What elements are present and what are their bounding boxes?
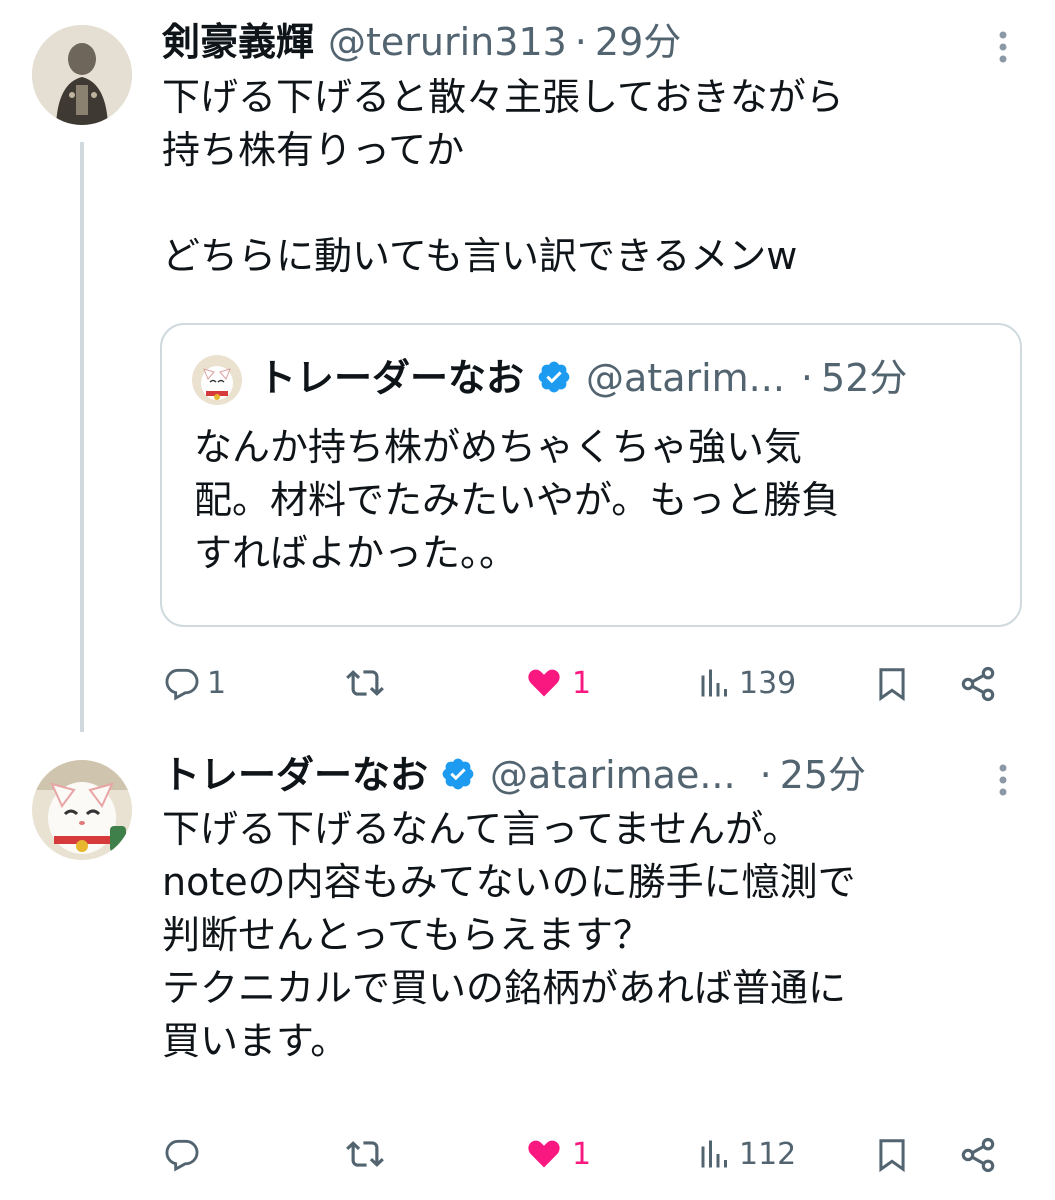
separator-dot: ·: [759, 753, 772, 797]
avatar-nao[interactable]: [32, 760, 132, 860]
views-button[interactable]: 112: [697, 1135, 796, 1173]
retweet-button[interactable]: [343, 664, 393, 702]
reply-button[interactable]: [163, 1135, 207, 1173]
share-button[interactable]: [958, 664, 998, 704]
quote-author-handle: @atarim...: [586, 356, 785, 400]
tweet2-author-handle[interactable]: @atarimae...: [490, 752, 736, 798]
quoted-tweet-card[interactable]: トレーダーなお @atarim... · 52分 なんか持ち株がめちゃくちゃ強い…: [160, 323, 1022, 627]
quote-header: トレーダーなお @atarim... · 52分: [258, 355, 907, 401]
quote-timestamp: 52分: [821, 356, 908, 400]
bookmark-icon: [873, 664, 911, 704]
views-count: 112: [739, 1136, 797, 1172]
share-button[interactable]: [958, 1135, 998, 1175]
tweet1-author-name[interactable]: 剣豪義輝: [162, 19, 314, 65]
bookmark-icon: [873, 1135, 911, 1175]
separator-dot: ·: [574, 20, 587, 64]
like-button[interactable]: 1: [522, 1135, 591, 1173]
share-icon: [958, 1135, 998, 1175]
quote-author-name: トレーダーなお: [258, 356, 525, 400]
tweet2-more-icon[interactable]: [988, 763, 1018, 797]
retweet-button[interactable]: [343, 1135, 393, 1173]
views-chart-icon: [697, 1135, 733, 1173]
heart-filled-icon: [522, 664, 566, 702]
bookmark-button[interactable]: [873, 664, 911, 704]
verified-badge-icon: [536, 359, 572, 395]
avatar-terurin[interactable]: [32, 25, 132, 125]
like-count: 1: [572, 665, 592, 701]
verified-badge-icon: [440, 756, 476, 792]
tweet2-author-name[interactable]: トレーダーなお: [162, 752, 428, 798]
tweet1-timestamp[interactable]: 29分: [595, 19, 681, 65]
views-chart-icon: [697, 664, 733, 702]
reply-count: 1: [207, 665, 227, 701]
retweet-icon: [343, 664, 387, 702]
tweet2-timestamp[interactable]: 25分: [780, 752, 866, 798]
tweet2-header: トレーダーなお @atarimae... · 25分: [162, 752, 866, 798]
views-button[interactable]: 139: [697, 664, 796, 702]
quote-text: なんか持ち株がめちゃくちゃ強い気 配。材料でたみたいやが。もっと勝負 すればよか…: [194, 425, 840, 575]
retweet-icon: [343, 1135, 387, 1173]
tweet1-action-bar: 1 1 139: [0, 656, 1055, 710]
views-count: 139: [739, 665, 797, 701]
like-button[interactable]: 1: [522, 664, 591, 702]
reply-button[interactable]: 1: [163, 664, 226, 702]
reply-icon: [163, 1135, 201, 1173]
quote-avatar-cat: [192, 355, 242, 405]
thread-connector-line: [80, 142, 84, 732]
like-count: 1: [572, 1136, 592, 1172]
heart-filled-icon: [522, 1135, 566, 1173]
share-icon: [958, 664, 998, 704]
tweet1-text: 下げる下げると散々主張しておきながら 持ち株有りってか どちらに動いても言い訳で…: [162, 75, 844, 278]
reply-icon: [163, 664, 201, 702]
tweet1-more-icon[interactable]: [988, 30, 1018, 64]
tweet2-text: 下げる下げるなんて言ってませんが。 noteの内容もみてないのに勝手に憶測で 判…: [162, 807, 856, 1063]
bookmark-button[interactable]: [873, 1135, 911, 1175]
separator-dot: ·: [800, 356, 814, 400]
tweet2-action-bar: 1 112: [0, 1127, 1055, 1181]
tweet1-header: 剣豪義輝 @terurin313 · 29分: [162, 19, 681, 65]
tweet1-author-handle[interactable]: @terurin313: [328, 19, 567, 65]
